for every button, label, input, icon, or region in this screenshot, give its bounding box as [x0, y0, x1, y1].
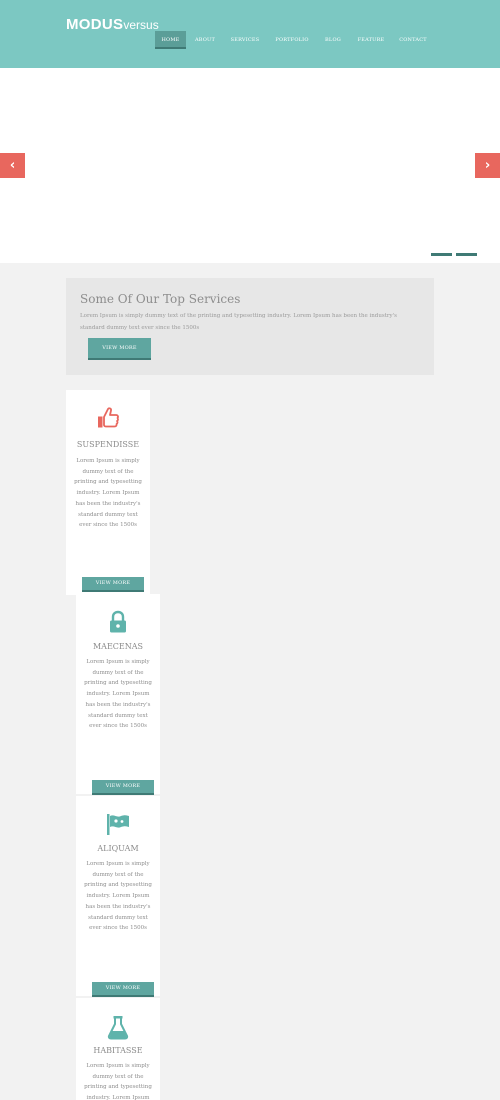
lock-icon: [76, 610, 160, 636]
logo-bold: MODUS: [66, 16, 124, 33]
card-text: Lorem Ipsum is simply dummy text of the …: [84, 1063, 152, 1100]
chevron-right-icon: ›: [484, 158, 491, 173]
site-header: MODUSversus HOME ABOUT SERVICES PORTFOLI…: [0, 0, 500, 68]
view-more-button[interactable]: VIEW MORE: [88, 338, 151, 360]
nav-portfolio[interactable]: PORTFOLIO: [272, 31, 312, 49]
section-title: Some Of Our Top Services: [80, 292, 241, 306]
service-card: SUSPENDISSE Lorem Ipsum is simply dummy …: [66, 390, 150, 595]
slider-dot[interactable]: [431, 253, 452, 256]
card-text: Lorem Ipsum is simply dummy text of the …: [84, 659, 152, 730]
nav-services[interactable]: SERVICES: [226, 31, 264, 49]
logo[interactable]: MODUSversus: [66, 16, 159, 34]
service-card: ALIQUAM Lorem Ipsum is simply dummy text…: [76, 796, 160, 997]
nav-about[interactable]: ABOUT: [190, 31, 220, 49]
chevron-left-icon: ‹: [9, 158, 16, 173]
slider-prev-button[interactable]: ‹: [0, 153, 25, 178]
nav-feature[interactable]: FEATURE: [354, 31, 388, 49]
nav-contact[interactable]: CONTACT: [396, 31, 430, 49]
card-title: HABITASSE: [93, 1046, 143, 1055]
slider-dot[interactable]: [456, 253, 477, 256]
thumbs-up-icon: [66, 406, 150, 432]
services-intro: Some Of Our Top Services Lorem Ipsum is …: [66, 278, 434, 375]
service-card: HABITASSE Lorem Ipsum is simply dummy te…: [76, 998, 160, 1100]
card-title: MAECENAS: [92, 642, 144, 651]
section-text: Lorem Ipsum is simply dummy text of the …: [80, 313, 397, 331]
slider-next-button[interactable]: ›: [475, 153, 500, 178]
nav-home[interactable]: HOME: [155, 31, 186, 49]
view-more-button[interactable]: VIEW MORE: [82, 577, 144, 592]
nav-blog[interactable]: BLOG: [320, 31, 346, 49]
flask-icon: [76, 1014, 160, 1040]
flag-icon: [76, 812, 160, 838]
card-text: Lorem Ipsum is simply dummy text of the …: [74, 458, 142, 529]
card-text: Lorem Ipsum is simply dummy text of the …: [84, 861, 152, 932]
card-title: ALIQUAM: [97, 844, 139, 853]
view-more-button[interactable]: VIEW MORE: [92, 982, 154, 997]
view-more-button[interactable]: VIEW MORE: [92, 780, 154, 795]
service-card: MAECENAS Lorem Ipsum is simply dummy tex…: [76, 594, 160, 795]
hero-slider: [0, 68, 500, 263]
card-title: SUSPENDISSE: [76, 440, 140, 449]
logo-light: versus: [123, 18, 159, 32]
